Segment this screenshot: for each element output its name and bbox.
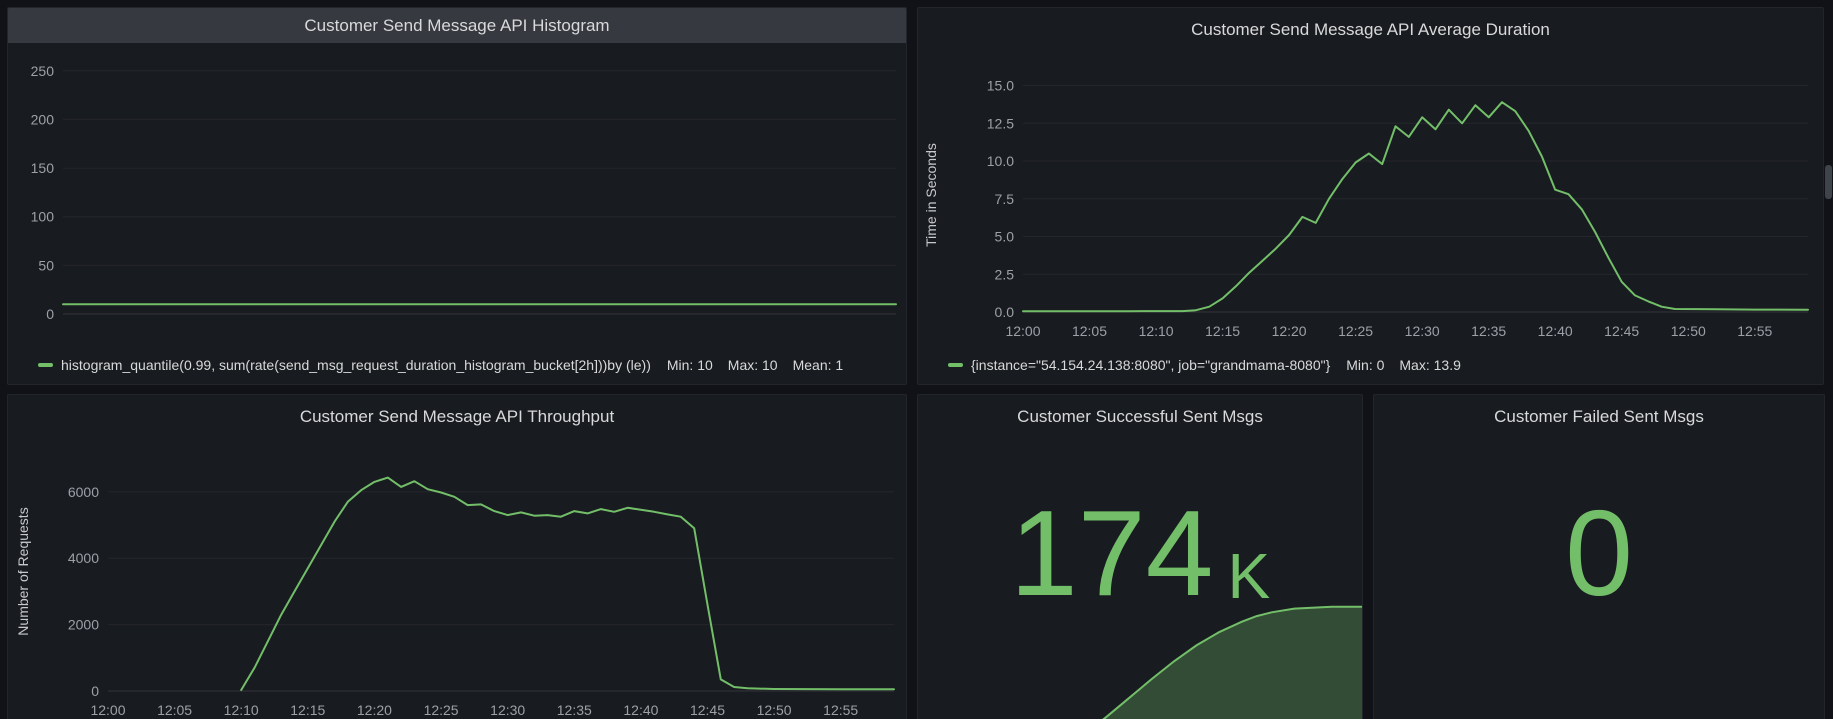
panel-throughput: Customer Send Message API Throughput 0 20… [7,394,907,719]
svg-text:6000: 6000 [68,484,99,500]
panel-histogram: Customer Send Message API Histogram 0 50 1… [7,7,907,385]
svg-text:12:30: 12:30 [490,702,525,718]
svg-text:12:20: 12:20 [1272,323,1307,339]
svg-text:12:35: 12:35 [557,702,592,718]
grafana-dashboard: Customer Send Message API Histogram 0 50 1… [0,0,1833,719]
histogram-legend-max: Max: 10 [728,357,778,373]
panel-title-avg-duration[interactable]: Customer Send Message API Average Durati… [1191,20,1550,40]
svg-text:12:00: 12:00 [90,702,125,718]
svg-text:12:30: 12:30 [1405,323,1440,339]
panel-header-failed-stat[interactable]: Customer Failed Sent Msgs [1374,395,1824,439]
avg-duration-legend-label[interactable]: {instance="54.154.24.138:8080", job="gra… [971,357,1330,373]
series-color-dash-icon [948,363,963,367]
svg-text:12:55: 12:55 [1737,323,1772,339]
svg-text:4000: 4000 [68,550,99,566]
panel-title-failed-stat[interactable]: Customer Failed Sent Msgs [1494,407,1704,427]
svg-text:12:25: 12:25 [424,702,459,718]
svg-text:12:45: 12:45 [690,702,725,718]
avg-duration-legend: {instance="54.154.24.138:8080", job="gra… [918,354,1823,384]
histogram-chart-area[interactable]: 0 50 100 150 200 250 [8,43,906,354]
histogram-legend-mean: Mean: 1 [793,357,844,373]
svg-text:2000: 2000 [68,617,99,633]
chart-svg: 0 2000 4000 6000 12:00 12:05 12:10 12:15 12:20 12… [8,439,906,719]
svg-text:12:40: 12:40 [623,702,658,718]
svg-text:12:10: 12:10 [1139,323,1174,339]
page-scrollbar[interactable] [1825,165,1832,199]
svg-text:12:55: 12:55 [823,702,858,718]
series-color-dash-icon [38,363,53,367]
panel-header-avg-duration[interactable]: Customer Send Message API Average Durati… [918,8,1823,52]
svg-text:12:05: 12:05 [157,702,192,718]
svg-text:12.5: 12.5 [987,115,1014,131]
throughput-chart-area[interactable]: 0 2000 4000 6000 12:00 12:05 12:10 12:15 12:20 12… [8,439,906,719]
bottom-row: Customer Send Message API Throughput 0 20… [7,394,1826,719]
svg-text:100: 100 [31,209,55,225]
panel-header-throughput[interactable]: Customer Send Message API Throughput [8,395,906,439]
panel-header-histogram[interactable]: Customer Send Message API Histogram [8,8,906,43]
panel-header-success-stat[interactable]: Customer Successful Sent Msgs [918,395,1362,439]
svg-text:12:50: 12:50 [757,702,792,718]
svg-text:Time in Seconds: Time in Seconds [923,143,939,247]
panel-title-success-stat[interactable]: Customer Successful Sent Msgs [1017,407,1263,427]
svg-text:12:15: 12:15 [1205,323,1240,339]
svg-text:150: 150 [31,160,55,176]
panel-avg-duration: Customer Send Message API Average Durati… [917,7,1824,385]
failed-stat-value-row: 0 [1374,439,1824,669]
success-stat-unit: K [1227,548,1270,606]
svg-text:Number of Requests: Number of Requests [15,507,31,635]
svg-text:250: 250 [31,63,55,79]
svg-text:12:40: 12:40 [1538,323,1573,339]
panel-title-histogram[interactable]: Customer Send Message API Histogram [304,16,609,36]
svg-text:0: 0 [46,306,54,322]
svg-text:50: 50 [38,257,54,273]
histogram-legend: histogram_quantile(0.99, sum(rate(send_m… [8,354,906,384]
avg-duration-legend-max: Max: 13.9 [1399,357,1460,373]
success-sparkline [918,601,1362,719]
svg-text:12:25: 12:25 [1338,323,1373,339]
svg-text:12:50: 12:50 [1671,323,1706,339]
avg-duration-legend-min: Min: 0 [1346,357,1384,373]
panel-successful-sent-msgs: Customer Successful Sent Msgs 174 K [917,394,1363,719]
success-stat-number: 174 [1010,502,1214,606]
svg-text:10.0: 10.0 [987,153,1014,169]
svg-text:7.5: 7.5 [995,191,1015,207]
chart-svg: 0.0 2.5 5.0 7.5 10.0 12.5 15.0 12:00 12:05 12:10 1… [918,52,1823,354]
svg-text:12:05: 12:05 [1072,323,1107,339]
svg-text:12:00: 12:00 [1005,323,1040,339]
svg-text:2.5: 2.5 [995,266,1015,282]
panel-failed-sent-msgs: Customer Failed Sent Msgs 0 [1373,394,1825,719]
top-row: Customer Send Message API Histogram 0 50 1… [7,7,1826,385]
panel-title-throughput[interactable]: Customer Send Message API Throughput [300,407,614,427]
chart-svg: 0 50 100 150 200 250 [8,43,906,354]
svg-text:5.0: 5.0 [995,229,1015,245]
sparkline-svg [918,601,1362,719]
svg-text:12:10: 12:10 [224,702,259,718]
avg-duration-chart-area[interactable]: 0.0 2.5 5.0 7.5 10.0 12.5 15.0 12:00 12:05 12:10 1… [918,52,1823,354]
svg-text:12:15: 12:15 [290,702,325,718]
histogram-legend-min: Min: 10 [667,357,713,373]
svg-text:0.0: 0.0 [995,304,1015,320]
success-stat-value: 174 K [1010,502,1270,606]
svg-text:15.0: 15.0 [987,78,1014,94]
svg-text:200: 200 [31,111,55,127]
failed-stat-number: 0 [1565,502,1633,606]
svg-text:12:35: 12:35 [1471,323,1506,339]
histogram-legend-label[interactable]: histogram_quantile(0.99, sum(rate(send_m… [61,357,651,373]
failed-stat-value: 0 [1565,502,1633,606]
svg-text:0: 0 [91,683,99,699]
svg-text:12:20: 12:20 [357,702,392,718]
svg-text:12:45: 12:45 [1604,323,1639,339]
